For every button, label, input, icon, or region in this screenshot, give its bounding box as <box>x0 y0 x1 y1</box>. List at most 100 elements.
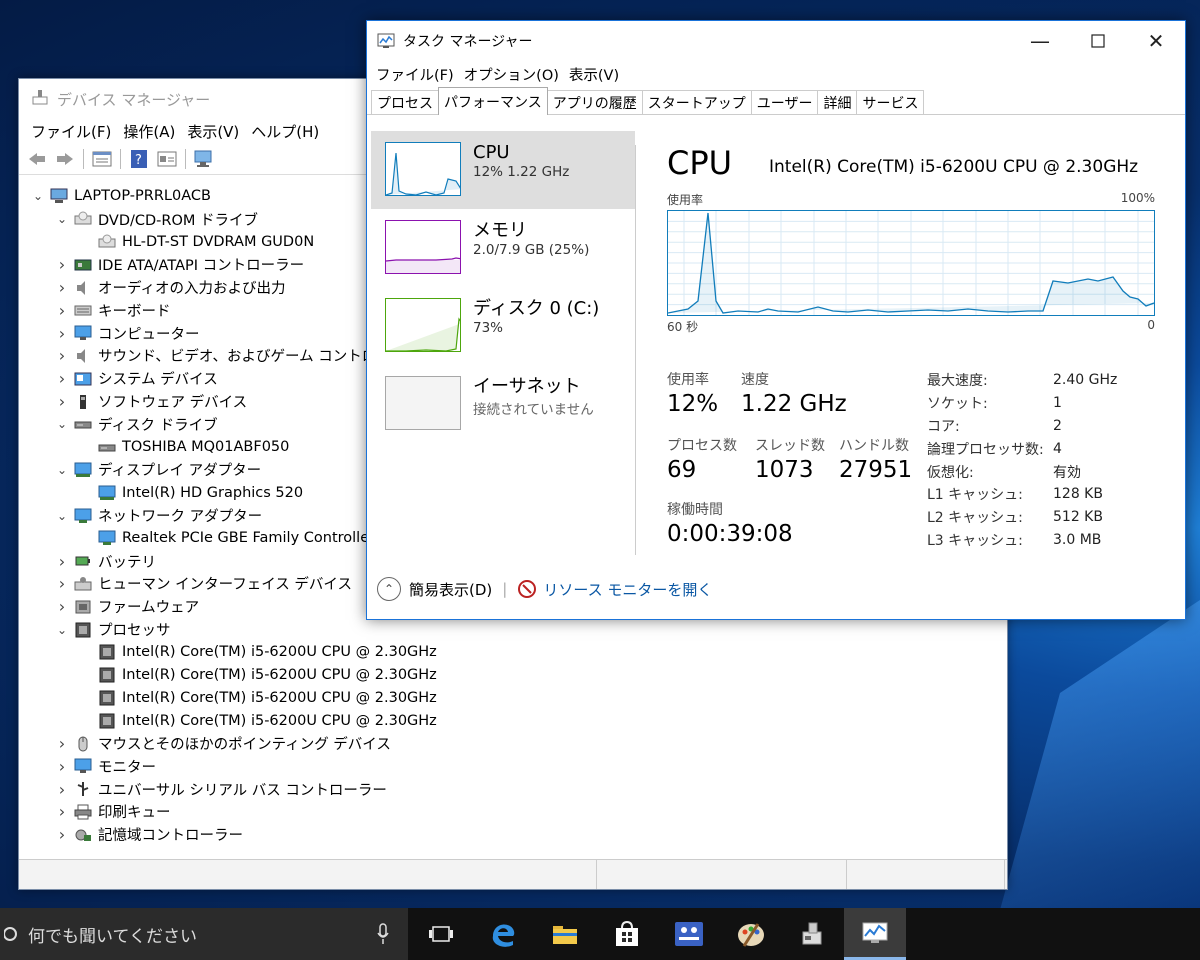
tree-item[interactable]: ⌄ プロセッサ <box>29 618 1007 641</box>
tab-performance[interactable]: パフォーマンス <box>438 87 548 115</box>
ethernet-mini-graph <box>385 376 461 430</box>
spec-value: 2.40 GHz <box>1053 372 1118 389</box>
help-icon[interactable]: ? <box>128 148 150 170</box>
paint-icon[interactable] <box>720 908 782 960</box>
device-manager-taskbar-icon[interactable] <box>782 908 844 960</box>
microphone-icon[interactable] <box>376 922 390 951</box>
resource-item-ethernet[interactable]: イーサネット 接続されていません <box>371 365 635 443</box>
tree-item-label: Intel(R) HD Graphics 520 <box>122 484 304 501</box>
properties-icon[interactable] <box>91 148 113 170</box>
expand-chevron-icon[interactable]: › <box>53 324 71 343</box>
tree-item-label: キーボード <box>98 303 171 320</box>
spec-row: L3 キャッシュ: 3.0 MB <box>927 529 1117 552</box>
tab-processes[interactable]: プロセス <box>371 90 439 114</box>
devmgr-menu-help[interactable]: ヘルプ(H) <box>251 121 319 142</box>
collapse-chevron-icon[interactable]: ⌄ <box>53 623 71 637</box>
expand-chevron-icon[interactable]: › <box>53 255 71 274</box>
tree-item-label: コンピューター <box>98 326 200 343</box>
taskmgr-menu-file[interactable]: ファイル(F) <box>376 64 454 85</box>
task-view-icon[interactable] <box>410 908 472 960</box>
expand-chevron-icon[interactable]: › <box>53 825 71 844</box>
tree-item-label: プロセッサ <box>98 623 171 640</box>
scan-hardware-icon[interactable] <box>193 148 215 170</box>
expand-chevron-icon[interactable]: › <box>53 597 71 616</box>
cortana-search-box[interactable]: 何でも聞いてください <box>0 908 408 960</box>
spec-row: 最大速度: 2.40 GHz <box>927 369 1117 392</box>
collapse-chevron-icon[interactable]: ⌄ <box>53 463 71 477</box>
cpu-spec-table: 最大速度: 2.40 GHz ソケット: 1 コア: 2 論理プロセッサ数: 4 仮想化: 有効 L… <box>927 369 1117 551</box>
storage-controller-icon <box>73 827 93 843</box>
collapse-chevron-icon[interactable]: ⌄ <box>53 212 71 226</box>
expand-chevron-icon[interactable]: › <box>53 278 71 297</box>
cpu-mini-graph <box>385 142 461 196</box>
devmgr-menu-action[interactable]: 操作(A) <box>123 121 175 142</box>
collapse-chevron-icon[interactable]: ⌄ <box>53 509 71 523</box>
tree-item-label: バッテリ <box>98 554 156 571</box>
processor-icon <box>97 690 117 706</box>
spec-row: コア: 2 <box>927 415 1117 438</box>
tree-item[interactable]: › モニター <box>29 755 1007 778</box>
edge-browser-icon[interactable] <box>472 908 534 960</box>
processes-value: 69 <box>667 457 697 483</box>
tab-startup[interactable]: スタートアップ <box>641 90 752 114</box>
open-resource-monitor-link[interactable]: リソース モニターを開く <box>543 579 712 600</box>
tree-item[interactable]: › マウスとそのほかのポインティング デバイス <box>29 732 1007 755</box>
expand-chevron-icon[interactable]: › <box>53 802 71 821</box>
collapse-chevron-icon[interactable]: ⌄ <box>29 189 47 203</box>
forward-arrow-icon[interactable] <box>54 148 76 170</box>
taskmgr-menu-options[interactable]: オプション(O) <box>464 64 559 85</box>
tree-item-label: HL-DT-ST DVDRAM GUD0N <box>122 233 315 250</box>
computer-icon <box>49 188 69 204</box>
close-button[interactable]: ✕ <box>1127 21 1185 61</box>
task-manager-window: タスク マネージャー — ✕ ファイル(F) オプション(O) 表示(V) プロ… <box>366 20 1186 620</box>
utilization-value: 12% <box>667 391 719 417</box>
tab-users[interactable]: ユーザー <box>750 90 819 114</box>
expand-chevron-icon[interactable]: › <box>53 346 71 365</box>
expand-chevron-icon[interactable]: › <box>53 552 71 571</box>
tree-item[interactable]: Intel(R) Core(TM) i5-6200U CPU @ 2.30GHz <box>29 641 1007 664</box>
fewer-details-link[interactable]: 簡易表示(D) <box>409 579 492 600</box>
utilization-label: 使用率 <box>667 372 709 388</box>
spec-key: 論理プロセッサ数: <box>927 441 1044 458</box>
expand-chevron-icon[interactable]: › <box>53 392 71 411</box>
devmgr-menu-file[interactable]: ファイル(F) <box>31 121 111 142</box>
tab-details[interactable]: 詳細 <box>817 90 858 114</box>
tree-item[interactable]: Intel(R) Core(TM) i5-6200U CPU @ 2.30GHz <box>29 664 1007 687</box>
tree-item[interactable]: › ユニバーサル シリアル バス コントローラー <box>29 778 1007 801</box>
update-driver-icon[interactable] <box>156 148 178 170</box>
spec-value: 512 KB <box>1053 509 1103 526</box>
expand-chevron-icon[interactable]: › <box>53 780 71 799</box>
cortana-circle-icon <box>4 924 20 944</box>
taskmgr-menu-view[interactable]: 表示(V) <box>569 64 619 85</box>
resource-item-disk[interactable]: ディスク 0 (C:) 73% <box>371 287 635 365</box>
maximize-button[interactable] <box>1069 21 1127 61</box>
tree-item-label: ファームウェア <box>98 600 200 617</box>
resource-item-memory[interactable]: メモリ 2.0/7.9 GB (25%) <box>371 209 635 287</box>
taskmgr-titlebar[interactable]: タスク マネージャー — ✕ <box>367 21 1185 61</box>
expand-chevron-icon[interactable]: › <box>53 734 71 753</box>
back-arrow-icon[interactable] <box>26 148 48 170</box>
store-icon[interactable] <box>596 908 658 960</box>
expand-chevron-icon[interactable]: › <box>53 574 71 593</box>
control-panel-icon[interactable] <box>658 908 720 960</box>
expand-chevron-icon[interactable]: › <box>53 369 71 388</box>
expand-chevron-icon[interactable]: › <box>53 301 71 320</box>
resource-item-cpu[interactable]: CPU 12% 1.22 GHz <box>371 131 635 209</box>
collapse-chevron-icon[interactable]: ⌄ <box>53 417 71 431</box>
toolbar-separator <box>120 148 121 169</box>
devmgr-menu-view[interactable]: 表示(V) <box>187 121 239 142</box>
minimize-button[interactable]: — <box>1011 21 1069 61</box>
tree-item[interactable]: › 記憶域コントローラー <box>29 823 1007 846</box>
tree-item[interactable]: › 印刷キュー <box>29 801 1007 824</box>
tab-services[interactable]: サービス <box>856 90 925 114</box>
task-manager-taskbar-icon[interactable] <box>844 908 906 960</box>
panel-divider[interactable] <box>635 145 636 555</box>
file-explorer-icon[interactable] <box>534 908 596 960</box>
chevron-up-icon[interactable]: ⌃ <box>377 577 401 601</box>
tab-app-history[interactable]: アプリの履歴 <box>546 90 643 114</box>
tree-item-label: マウスとそのほかのポインティング デバイス <box>98 737 391 754</box>
devmgr-statusbar <box>19 859 1007 889</box>
tree-item[interactable]: Intel(R) Core(TM) i5-6200U CPU @ 2.30GHz <box>29 687 1007 710</box>
tree-item[interactable]: Intel(R) Core(TM) i5-6200U CPU @ 2.30GHz <box>29 709 1007 732</box>
expand-chevron-icon[interactable]: › <box>53 757 71 776</box>
